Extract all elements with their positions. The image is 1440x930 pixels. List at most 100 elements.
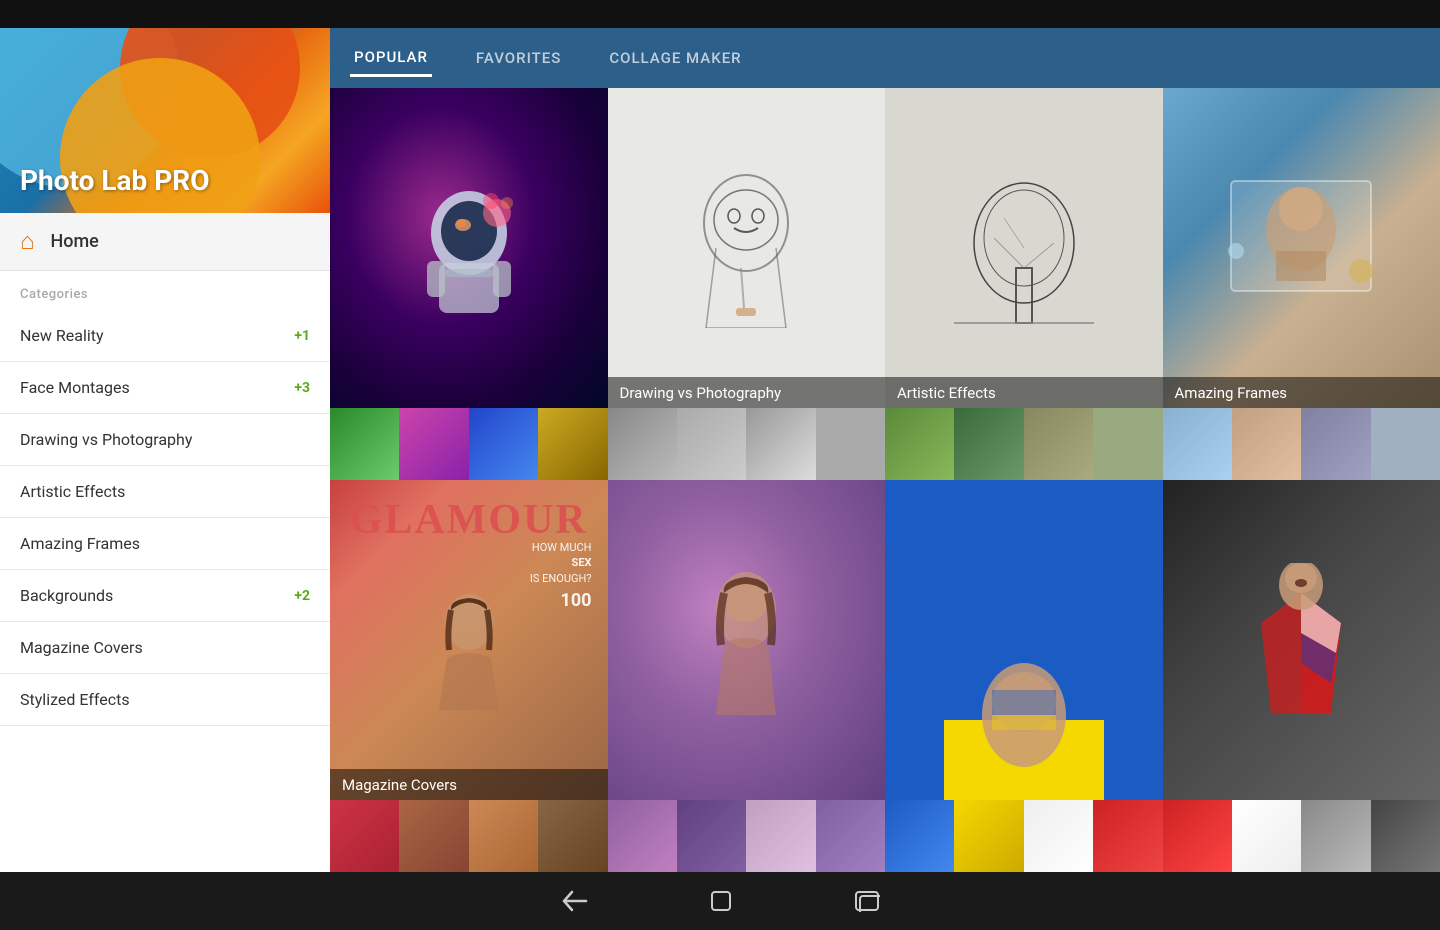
nav-item-badge: +2	[294, 588, 310, 604]
thumb-2	[399, 408, 468, 480]
thumbnail-row	[330, 408, 608, 480]
thumbnail-row	[1163, 800, 1440, 872]
grid-cell-magazine-image: GLAMOUR HOW MUCHSEXIS ENOUGH? 100	[330, 480, 608, 800]
cell-label: Amazing Frames	[1175, 384, 1288, 402]
recents-button[interactable]	[854, 890, 880, 912]
thumb-1	[608, 408, 677, 480]
sidebar: Photo Lab PRO ⌂ Home Categories New Real…	[0, 28, 330, 872]
cell-label: Drawing vs Photography	[620, 384, 782, 402]
tab-favorites[interactable]: FAVORITES	[472, 41, 565, 75]
nav-item-label: Drawing vs Photography	[20, 430, 192, 449]
sidebar-item-drawing-vs-photography[interactable]: Drawing vs Photography	[0, 414, 330, 466]
thumb-1	[330, 408, 399, 480]
grid-cell-face-montages[interactable]: GLAMOUR HOW MUCHSEXIS ENOUGH? 100	[330, 480, 608, 872]
thumb-1	[608, 800, 677, 872]
cell-label-overlay: Magazine Covers	[330, 769, 608, 800]
back-button[interactable]	[560, 890, 588, 912]
thumb-3	[746, 800, 815, 872]
tab-bar: POPULAR FAVORITES COLLAGE MAKER	[330, 28, 1440, 88]
grid-cell-new-reality[interactable]	[330, 88, 608, 480]
grid-cell-sketch[interactable]: Drawing vs Photography	[608, 88, 886, 480]
thumb-2	[677, 408, 746, 480]
thumb-3	[469, 408, 538, 480]
grid-cell-flag-image	[885, 480, 1163, 800]
grid-cell-sketch-image	[608, 88, 886, 408]
thumb-4	[538, 800, 607, 872]
grid-cell-frames-image	[1163, 88, 1440, 408]
nav-item-label: Stylized Effects	[20, 690, 130, 709]
thumb-3	[1024, 408, 1093, 480]
magazine-title: GLAMOUR	[330, 496, 608, 544]
cell-label: Magazine Covers	[342, 776, 457, 794]
thumbnail-row	[1163, 408, 1440, 480]
content-grid: Drawing vs Photography	[330, 88, 1440, 872]
thumb-3	[746, 408, 815, 480]
nav-item-label: Backgrounds	[20, 586, 113, 605]
thumb-1	[330, 800, 399, 872]
cell-label-overlay: Amazing Frames	[1163, 377, 1440, 408]
nav-item-label: Amazing Frames	[20, 534, 140, 553]
thumb-4	[1093, 800, 1162, 872]
sidebar-item-new-reality[interactable]: New Reality +1	[0, 310, 330, 362]
grid-cell-backgrounds[interactable]	[608, 480, 886, 872]
home-button[interactable]	[708, 888, 734, 914]
cell-label-overlay: Artistic Effects	[885, 377, 1163, 408]
thumbnail-row	[885, 800, 1163, 872]
home-nav-item[interactable]: ⌂ Home	[0, 213, 330, 271]
back-icon	[560, 890, 588, 912]
thumb-1	[1163, 408, 1232, 480]
home-icon	[708, 888, 734, 914]
astronaut-illustration	[409, 173, 529, 323]
sports-illustration	[1231, 563, 1371, 718]
home-label: Home	[51, 231, 99, 252]
thumb-3	[469, 800, 538, 872]
thumb-2	[1232, 408, 1301, 480]
grid-cell-artistic[interactable]: Artistic Effects	[885, 88, 1163, 480]
nav-item-label: Artistic Effects	[20, 482, 125, 501]
thumb-1	[885, 800, 954, 872]
cell-label: Artistic Effects	[897, 384, 996, 402]
frames-illustration	[1221, 171, 1381, 326]
grid-cell-amazing-frames[interactable]: Amazing Frames	[1163, 88, 1440, 480]
sidebar-item-magazine-covers[interactable]: Magazine Covers	[0, 622, 330, 674]
thumb-4	[816, 800, 885, 872]
thumb-label-cell	[816, 408, 885, 480]
grid-cell-sports[interactable]	[1163, 480, 1440, 872]
sidebar-item-backgrounds[interactable]: Backgrounds +2	[0, 570, 330, 622]
thumb-2	[954, 800, 1023, 872]
nav-item-badge: +1	[294, 328, 310, 344]
thumb-2	[954, 408, 1023, 480]
thumbnail-row	[330, 800, 608, 872]
flag-face-illustration	[944, 640, 1104, 800]
categories-section-label: Categories	[0, 271, 330, 310]
grid-cell-sports-image	[1163, 480, 1440, 800]
tab-popular[interactable]: POPULAR	[350, 40, 432, 77]
sidebar-item-face-montages[interactable]: Face Montages +3	[0, 362, 330, 414]
thumbnail-row	[608, 800, 886, 872]
woman-illustration	[686, 565, 806, 715]
nav-item-badge: +3	[294, 380, 310, 396]
sidebar-item-artistic-effects[interactable]: Artistic Effects	[0, 466, 330, 518]
grid-cell-artistic-image	[885, 88, 1163, 408]
sidebar-item-amazing-frames[interactable]: Amazing Frames	[0, 518, 330, 570]
sidebar-item-stylized-effects[interactable]: Stylized Effects	[0, 674, 330, 726]
magazine-woman	[419, 590, 519, 710]
thumb-2	[677, 800, 746, 872]
home-icon: ⌂	[20, 227, 35, 256]
thumb-3	[1024, 800, 1093, 872]
thumb-1	[885, 408, 954, 480]
bottom-nav-bar	[0, 872, 1440, 930]
sidebar-header: Photo Lab PRO	[0, 28, 330, 213]
recents-icon	[854, 890, 880, 912]
magazine-text: HOW MUCHSEXIS ENOUGH? 100	[530, 540, 592, 611]
thumb-4	[538, 408, 607, 480]
grid-cell-flag-face[interactable]	[885, 480, 1163, 872]
thumb-4	[1371, 800, 1440, 872]
tab-collage-maker[interactable]: COLLAGE MAKER	[605, 41, 745, 75]
cell-label-overlay: Drawing vs Photography	[608, 377, 886, 408]
nav-item-label: Magazine Covers	[20, 638, 143, 657]
main-container: Photo Lab PRO ⌂ Home Categories New Real…	[0, 28, 1440, 872]
thumb-4	[1093, 408, 1162, 480]
content-area: POPULAR FAVORITES COLLAGE MAKER	[330, 28, 1440, 872]
thumbnail-row	[885, 408, 1163, 480]
